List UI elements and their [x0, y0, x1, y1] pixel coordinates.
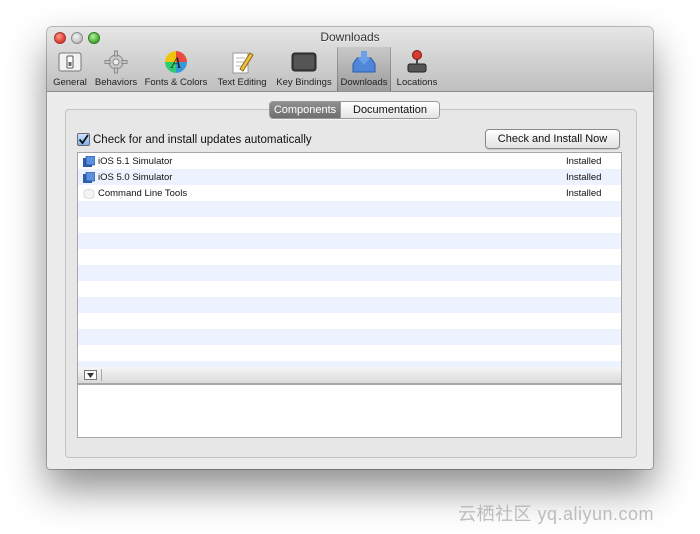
- toolbar-item-text-editing[interactable]: Text Editing: [213, 47, 271, 91]
- window-title: Downloads: [320, 30, 380, 44]
- empty-row: [78, 281, 621, 297]
- tab-segmented-control: Components Documentation: [269, 101, 440, 119]
- empty-row: [78, 217, 621, 233]
- table-row[interactable]: iOS 5.1 Simulator Installed: [78, 153, 621, 169]
- checkmark-icon: [78, 134, 89, 145]
- divider: [101, 369, 102, 381]
- toolbar-item-downloads[interactable]: Downloads: [337, 47, 391, 91]
- disclosure-button[interactable]: [84, 370, 97, 380]
- table-row[interactable]: Command Line Tools Installed: [78, 185, 621, 201]
- empty-row: [78, 249, 621, 265]
- tab-components[interactable]: Components: [270, 102, 340, 118]
- joystick-icon: [403, 48, 431, 76]
- svg-text:A: A: [170, 55, 181, 72]
- triangle-down-icon: [87, 372, 94, 378]
- empty-row: [78, 233, 621, 249]
- font-color-icon: A: [162, 48, 190, 76]
- detail-pane: [77, 384, 622, 438]
- auto-update-label: Check for and install updates automatica…: [93, 133, 312, 146]
- gear-icon: [102, 48, 130, 76]
- simulator-icon: [83, 171, 95, 183]
- general-switch-icon: [56, 48, 84, 76]
- empty-row: [78, 265, 621, 281]
- auto-update-checkbox[interactable]: [77, 133, 90, 146]
- preferences-toolbar: Downloads General Behaviors A Fonts & Co…: [47, 27, 653, 92]
- empty-row: [78, 345, 621, 361]
- keyboard-icon: [290, 48, 318, 76]
- components-table[interactable]: iOS 5.1 Simulator Installed iOS 5.0 Simu…: [77, 152, 622, 369]
- empty-row: [78, 201, 621, 217]
- toolbar-item-fonts-colors[interactable]: A Fonts & Colors: [143, 47, 209, 91]
- pencil-paper-icon: [228, 48, 256, 76]
- toolbar-item-locations[interactable]: Locations: [393, 47, 441, 91]
- package-icon: [83, 188, 95, 199]
- toolbar-item-behaviors[interactable]: Behaviors: [92, 47, 140, 91]
- table-footer-bar: [77, 367, 622, 384]
- toolbar-item-key-bindings[interactable]: Key Bindings: [275, 47, 333, 91]
- check-and-install-button[interactable]: Check and Install Now: [485, 129, 620, 149]
- toolbar-item-general[interactable]: General: [51, 47, 89, 91]
- auto-update-option[interactable]: Check for and install updates automatica…: [77, 133, 312, 146]
- watermark-text: 云栖社区 yq.aliyun.com: [458, 504, 655, 524]
- empty-row: [78, 329, 621, 345]
- tab-documentation[interactable]: Documentation: [340, 102, 439, 118]
- empty-row: [78, 313, 621, 329]
- empty-row: [78, 297, 621, 313]
- download-tray-icon: [350, 48, 378, 76]
- downloads-window: Downloads General Behaviors A Fonts & Co…: [47, 27, 653, 469]
- table-row[interactable]: iOS 5.0 Simulator Installed: [78, 169, 621, 185]
- simulator-icon: [83, 155, 95, 167]
